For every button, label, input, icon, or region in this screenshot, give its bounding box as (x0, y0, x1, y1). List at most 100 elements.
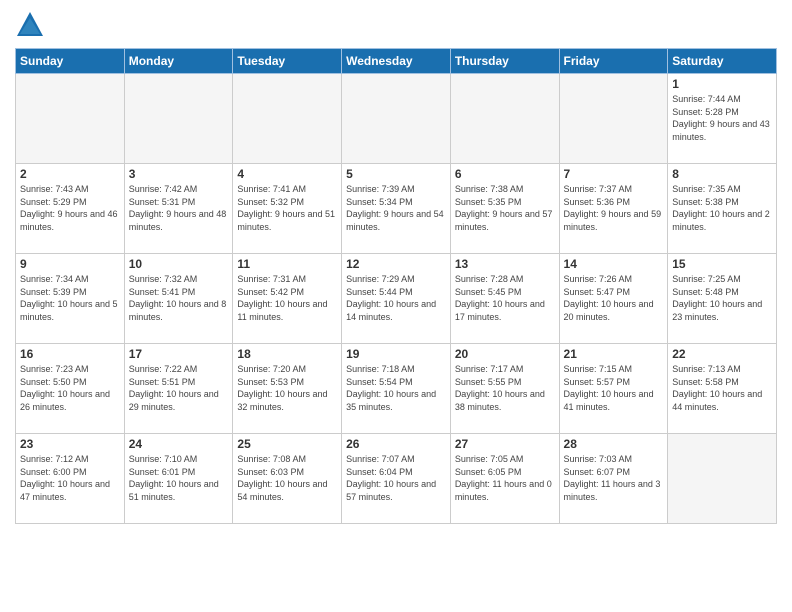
calendar-week-row: 9 Sunrise: 7:34 AM Sunset: 5:39 PM Daylig… (16, 254, 777, 344)
calendar-cell: 13 Sunrise: 7:28 AM Sunset: 5:45 PM Dayli… (450, 254, 559, 344)
day-number: 27 (455, 437, 555, 451)
calendar-cell: 11 Sunrise: 7:31 AM Sunset: 5:42 PM Dayli… (233, 254, 342, 344)
calendar-cell (342, 74, 451, 164)
calendar-week-row: 2 Sunrise: 7:43 AM Sunset: 5:29 PM Daylig… (16, 164, 777, 254)
day-number: 16 (20, 347, 120, 361)
day-number: 6 (455, 167, 555, 181)
calendar-cell: 26 Sunrise: 7:07 AM Sunset: 6:04 PM Dayli… (342, 434, 451, 524)
calendar-cell: 4Sunrise: 7:41 AM Sunset: 5:32 PM Daylig… (233, 164, 342, 254)
logo-icon (15, 10, 45, 40)
day-number: 18 (237, 347, 337, 361)
day-info: Sunrise: 7:31 AM Sunset: 5:42 PM Dayligh… (237, 273, 337, 323)
weekday-header: Thursday (450, 49, 559, 74)
calendar-cell: 6 Sunrise: 7:38 AM Sunset: 5:35 PM Daylig… (450, 164, 559, 254)
day-info: Sunrise: 7:03 AM Sunset: 6:07 PM Dayligh… (564, 453, 664, 503)
weekday-header: Monday (124, 49, 233, 74)
day-info: Sunrise: 7:15 AM Sunset: 5:57 PM Dayligh… (564, 363, 664, 413)
weekday-header: Sunday (16, 49, 125, 74)
day-number: 10 (129, 257, 229, 271)
calendar-week-row: 1 Sunrise: 7:44 AM Sunset: 5:28 PM Daylig… (16, 74, 777, 164)
day-number: 19 (346, 347, 446, 361)
day-info: Sunrise: 7:41 AM Sunset: 5:32 PM Dayligh… (237, 183, 337, 233)
day-info: Sunrise: 7:20 AM Sunset: 5:53 PM Dayligh… (237, 363, 337, 413)
calendar-body: 1 Sunrise: 7:44 AM Sunset: 5:28 PM Daylig… (16, 74, 777, 524)
day-info: Sunrise: 7:12 AM Sunset: 6:00 PM Dayligh… (20, 453, 120, 503)
day-number: 3 (129, 167, 229, 181)
day-number: 11 (237, 257, 337, 271)
day-number: 14 (564, 257, 664, 271)
calendar-cell: 16 Sunrise: 7:23 AM Sunset: 5:50 PM Dayli… (16, 344, 125, 434)
day-number: 7 (564, 167, 664, 181)
calendar-cell: 15 Sunrise: 7:25 AM Sunset: 5:48 PM Dayli… (668, 254, 777, 344)
calendar-cell: 23Sunrise: 7:12 AM Sunset: 6:00 PM Dayli… (16, 434, 125, 524)
calendar-cell: 27Sunrise: 7:05 AM Sunset: 6:05 PM Dayli… (450, 434, 559, 524)
day-info: Sunrise: 7:34 AM Sunset: 5:39 PM Dayligh… (20, 273, 120, 323)
calendar-cell: 10 Sunrise: 7:32 AM Sunset: 5:41 PM Dayli… (124, 254, 233, 344)
calendar-cell: 1 Sunrise: 7:44 AM Sunset: 5:28 PM Daylig… (668, 74, 777, 164)
logo (15, 10, 49, 40)
day-info: Sunrise: 7:28 AM Sunset: 5:45 PM Dayligh… (455, 273, 555, 323)
calendar-week-row: 23Sunrise: 7:12 AM Sunset: 6:00 PM Dayli… (16, 434, 777, 524)
calendar-cell: 19 Sunrise: 7:18 AM Sunset: 5:54 PM Dayli… (342, 344, 451, 434)
day-number: 26 (346, 437, 446, 451)
calendar-cell (668, 434, 777, 524)
day-number: 22 (672, 347, 772, 361)
day-number: 8 (672, 167, 772, 181)
calendar-cell: 3 Sunrise: 7:42 AM Sunset: 5:31 PM Daylig… (124, 164, 233, 254)
day-info: Sunrise: 7:17 AM Sunset: 5:55 PM Dayligh… (455, 363, 555, 413)
day-info: Sunrise: 7:07 AM Sunset: 6:04 PM Dayligh… (346, 453, 446, 503)
day-number: 5 (346, 167, 446, 181)
day-number: 9 (20, 257, 120, 271)
day-number: 2 (20, 167, 120, 181)
calendar-cell: 7 Sunrise: 7:37 AM Sunset: 5:36 PM Daylig… (559, 164, 668, 254)
day-number: 1 (672, 77, 772, 91)
day-number: 20 (455, 347, 555, 361)
day-info: Sunrise: 7:35 AM Sunset: 5:38 PM Dayligh… (672, 183, 772, 233)
day-number: 17 (129, 347, 229, 361)
calendar-cell: 18 Sunrise: 7:20 AM Sunset: 5:53 PM Dayli… (233, 344, 342, 434)
day-number: 15 (672, 257, 772, 271)
calendar-cell: 17 Sunrise: 7:22 AM Sunset: 5:51 PM Dayli… (124, 344, 233, 434)
day-info: Sunrise: 7:42 AM Sunset: 5:31 PM Dayligh… (129, 183, 229, 233)
calendar-cell: 22 Sunrise: 7:13 AM Sunset: 5:58 PM Dayli… (668, 344, 777, 434)
day-info: Sunrise: 7:39 AM Sunset: 5:34 PM Dayligh… (346, 183, 446, 233)
day-number: 21 (564, 347, 664, 361)
day-info: Sunrise: 7:44 AM Sunset: 5:28 PM Dayligh… (672, 93, 772, 143)
calendar-cell: 24Sunrise: 7:10 AM Sunset: 6:01 PM Dayli… (124, 434, 233, 524)
calendar-cell (233, 74, 342, 164)
calendar-week-row: 16 Sunrise: 7:23 AM Sunset: 5:50 PM Dayli… (16, 344, 777, 434)
day-info: Sunrise: 7:10 AM Sunset: 6:01 PM Dayligh… (129, 453, 229, 503)
calendar-cell: 5 Sunrise: 7:39 AM Sunset: 5:34 PM Daylig… (342, 164, 451, 254)
calendar-cell (16, 74, 125, 164)
calendar-cell: 25Sunrise: 7:08 AM Sunset: 6:03 PM Dayli… (233, 434, 342, 524)
calendar-cell (450, 74, 559, 164)
day-number: 13 (455, 257, 555, 271)
calendar-cell: 20 Sunrise: 7:17 AM Sunset: 5:55 PM Dayli… (450, 344, 559, 434)
weekday-header: Tuesday (233, 49, 342, 74)
calendar-cell (559, 74, 668, 164)
calendar-cell: 8 Sunrise: 7:35 AM Sunset: 5:38 PM Daylig… (668, 164, 777, 254)
calendar-table: SundayMondayTuesdayWednesdayThursdayFrid… (15, 48, 777, 524)
day-info: Sunrise: 7:43 AM Sunset: 5:29 PM Dayligh… (20, 183, 120, 233)
day-number: 25 (237, 437, 337, 451)
day-info: Sunrise: 7:32 AM Sunset: 5:41 PM Dayligh… (129, 273, 229, 323)
weekday-header: Saturday (668, 49, 777, 74)
weekday-row: SundayMondayTuesdayWednesdayThursdayFrid… (16, 49, 777, 74)
calendar-cell: 9 Sunrise: 7:34 AM Sunset: 5:39 PM Daylig… (16, 254, 125, 344)
day-info: Sunrise: 7:38 AM Sunset: 5:35 PM Dayligh… (455, 183, 555, 233)
calendar-cell: 12Sunrise: 7:29 AM Sunset: 5:44 PM Dayli… (342, 254, 451, 344)
page: SundayMondayTuesdayWednesdayThursdayFrid… (0, 0, 792, 612)
calendar-cell: 28 Sunrise: 7:03 AM Sunset: 6:07 PM Dayli… (559, 434, 668, 524)
weekday-header: Friday (559, 49, 668, 74)
day-info: Sunrise: 7:23 AM Sunset: 5:50 PM Dayligh… (20, 363, 120, 413)
day-info: Sunrise: 7:22 AM Sunset: 5:51 PM Dayligh… (129, 363, 229, 413)
day-info: Sunrise: 7:13 AM Sunset: 5:58 PM Dayligh… (672, 363, 772, 413)
calendar-cell (124, 74, 233, 164)
weekday-header: Wednesday (342, 49, 451, 74)
day-info: Sunrise: 7:18 AM Sunset: 5:54 PM Dayligh… (346, 363, 446, 413)
day-info: Sunrise: 7:25 AM Sunset: 5:48 PM Dayligh… (672, 273, 772, 323)
day-number: 28 (564, 437, 664, 451)
day-info: Sunrise: 7:37 AM Sunset: 5:36 PM Dayligh… (564, 183, 664, 233)
day-number: 12 (346, 257, 446, 271)
calendar-cell: 2 Sunrise: 7:43 AM Sunset: 5:29 PM Daylig… (16, 164, 125, 254)
